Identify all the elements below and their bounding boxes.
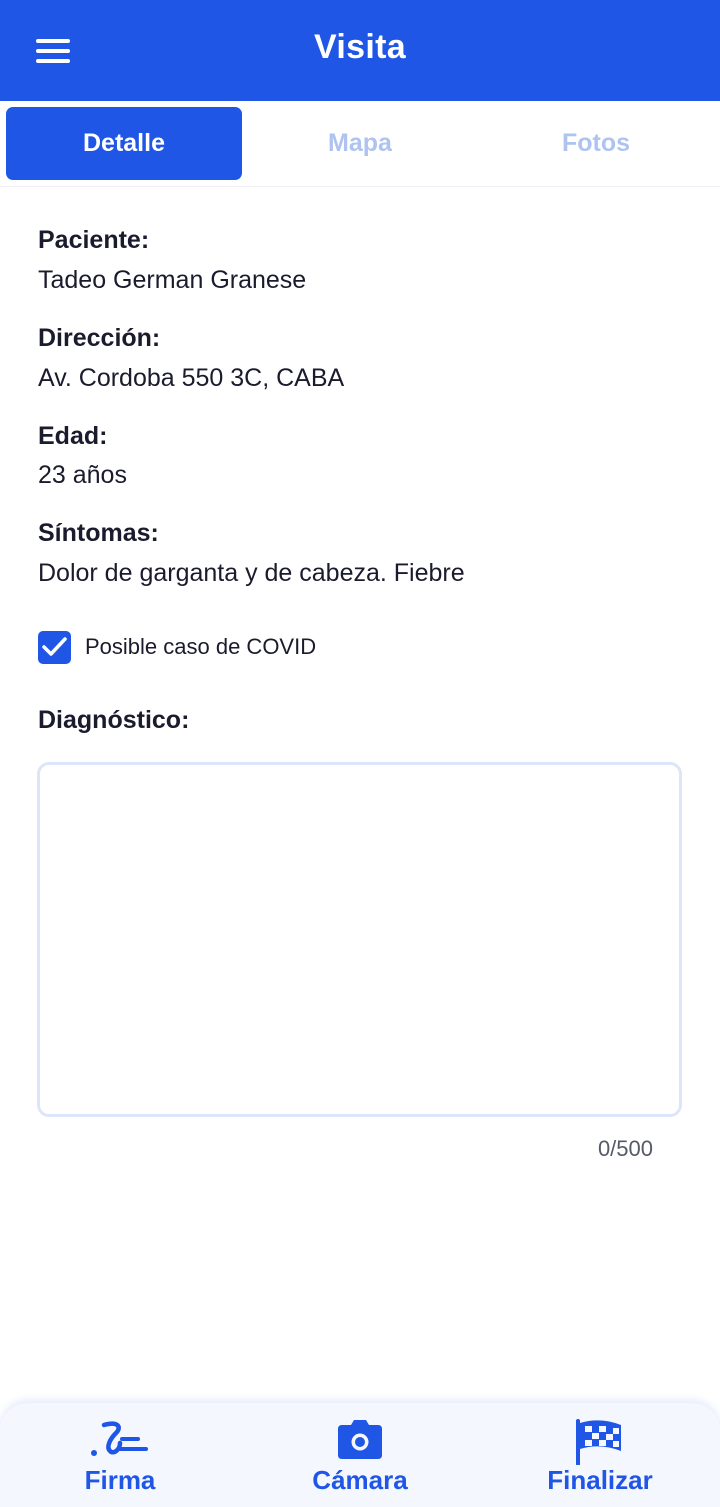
- age-label: Edad:: [38, 422, 108, 450]
- app-bar: Visita: [0, 0, 720, 101]
- tab-detalle[interactable]: Detalle: [6, 107, 242, 180]
- camara-label: Cámara: [312, 1465, 408, 1495]
- address-label: Dirección:: [38, 324, 161, 352]
- bottom-nav: Firma Cámara Finalizar: [0, 1403, 720, 1507]
- diagnosis-textarea[interactable]: [37, 762, 682, 1117]
- finalizar-label: Finalizar: [547, 1465, 653, 1495]
- character-counter: 0/500: [597, 1136, 653, 1161]
- covid-checkbox[interactable]: [38, 630, 71, 664]
- symptoms-label: Síntomas:: [38, 519, 159, 547]
- tab-fotos[interactable]: Fotos: [478, 107, 714, 180]
- patient-label: Paciente:: [38, 226, 150, 254]
- firma-label: Firma: [84, 1465, 156, 1495]
- address-value: Av. Cordoba 550 3C, CABA: [38, 364, 345, 392]
- covid-checkbox-row[interactable]: Posible caso de COVID: [38, 630, 316, 664]
- patient-value: Tadeo German Granese: [38, 266, 307, 294]
- camera-icon: [240, 1419, 480, 1465]
- age-value: 23 años: [38, 461, 127, 489]
- tab-mapa[interactable]: Mapa: [242, 107, 478, 180]
- page-title: Visita: [314, 28, 406, 66]
- covid-checkbox-label: Posible caso de COVID: [85, 634, 317, 659]
- diagnosis-label: Diagnóstico:: [38, 706, 190, 734]
- symptoms-value: Dolor de garganta y de cabeza. Fiebre: [38, 559, 465, 587]
- checkered-flag-icon: [480, 1419, 720, 1465]
- finalizar-button[interactable]: Finalizar: [480, 1403, 720, 1507]
- signature-icon: [0, 1419, 240, 1465]
- checkmark-icon: [42, 636, 67, 656]
- camara-button[interactable]: Cámara: [240, 1403, 480, 1507]
- tab-bar: Detalle Mapa Fotos: [0, 101, 720, 187]
- firma-button[interactable]: Firma: [0, 1403, 240, 1507]
